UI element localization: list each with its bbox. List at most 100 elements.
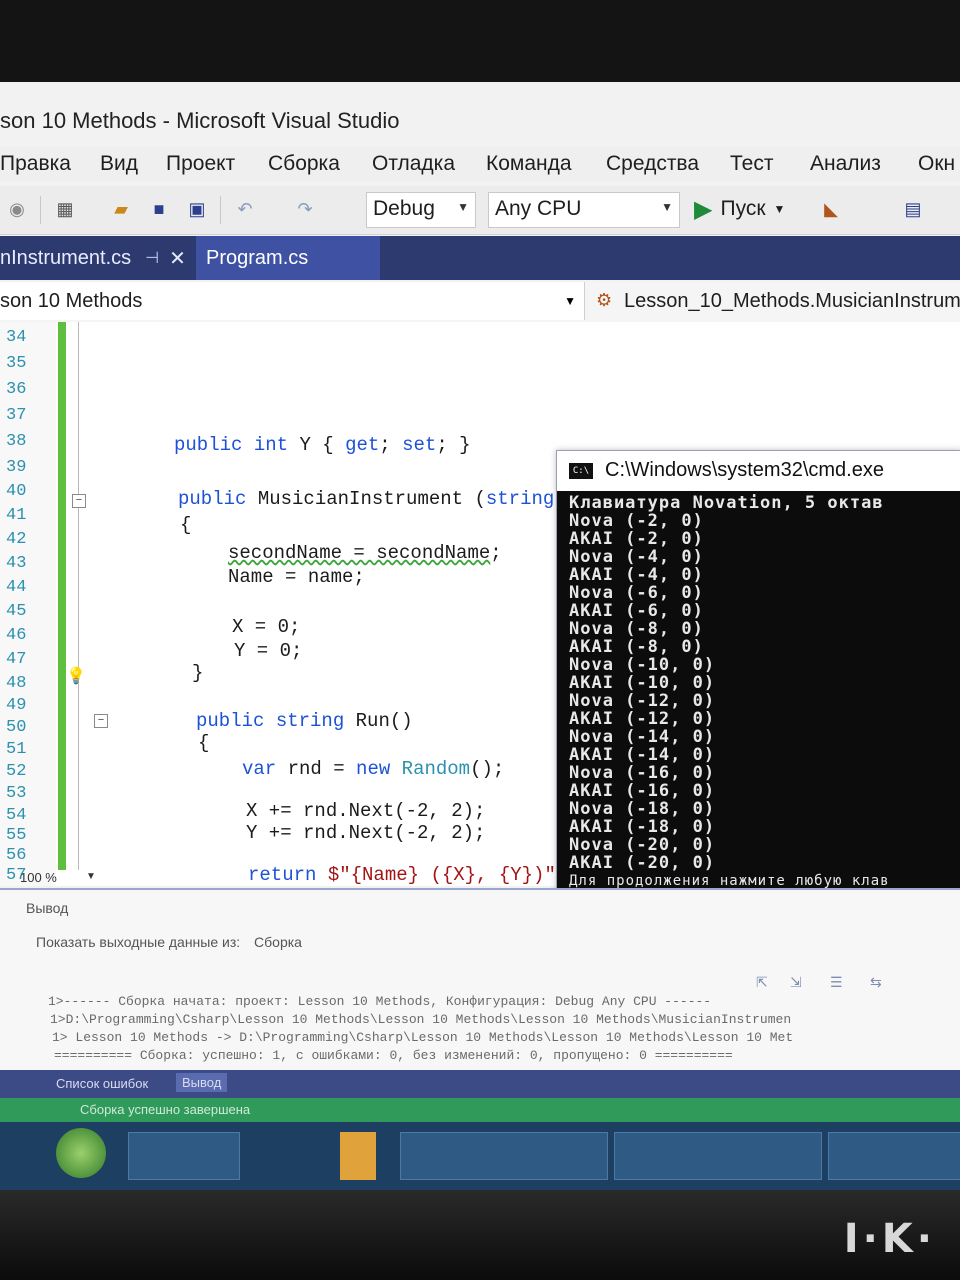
- console-line: Для продолжения нажмите любую клав: [569, 873, 890, 889]
- code-line-47: {: [198, 732, 210, 754]
- window-title: son 10 Methods - Microsoft Visual Studio: [0, 108, 400, 133]
- taskbar-item-explorer[interactable]: [128, 1132, 240, 1180]
- menu-team[interactable]: Команда: [486, 152, 572, 176]
- redo-icon[interactable]: ↷: [292, 196, 318, 222]
- tab-program[interactable]: Program.cs: [196, 236, 380, 280]
- console-line: AKAI (-2, 0): [569, 529, 704, 549]
- line-number: 51: [6, 740, 27, 759]
- console-line: Nova (-20, 0): [569, 835, 716, 855]
- chevron-down-icon: ▼: [86, 871, 96, 882]
- line-number: 40: [6, 482, 27, 501]
- console-line: AKAI (-20, 0): [569, 853, 716, 873]
- console-line: Nova (-12, 0): [569, 691, 716, 711]
- line-number: 38: [6, 432, 27, 451]
- line-number-gutter: 34 35 36 37 38 39 40 41 42 43 44 45 46 4…: [0, 322, 56, 886]
- save-all-icon[interactable]: ▣: [184, 196, 210, 222]
- zoom-control[interactable]: 100 % ▼: [0, 870, 120, 886]
- save-icon[interactable]: ■: [146, 196, 172, 222]
- project-value: son 10 Methods: [0, 290, 143, 312]
- taskbar-item-visual-studio[interactable]: [400, 1132, 608, 1180]
- line-number: 50: [6, 718, 27, 737]
- toolbar: ◉ ▦ ▰ ■ ▣ ↶ ↷ Debug ▼ Any CPU ▼ ◣ ▤: [0, 186, 960, 235]
- collapse-icon[interactable]: −: [94, 714, 108, 728]
- menu-build[interactable]: Сборка: [268, 152, 340, 176]
- output-source-value: Сборка: [254, 934, 302, 950]
- console-line: Nova (-14, 0): [569, 727, 716, 747]
- console-line: AKAI (-18, 0): [569, 817, 716, 837]
- monitor-bezel: I·K·: [0, 1190, 960, 1280]
- tab-error-list[interactable]: Список ошибок: [56, 1076, 148, 1091]
- code-line-40: Name = name;: [228, 566, 365, 588]
- chevron-down-icon: ▼: [773, 202, 786, 216]
- menu-bar: Правка Вид Проект Сборка Отладка Команда…: [0, 146, 960, 182]
- project-dropdown[interactable]: son 10 Methods ▼: [0, 282, 585, 320]
- console-window[interactable]: C:\ C:\Windows\system32\cmd.exe Клавиату…: [556, 450, 960, 936]
- line-number: 43: [6, 554, 27, 573]
- tab-output[interactable]: Вывод: [176, 1073, 228, 1092]
- start-menu-icon[interactable]: [56, 1128, 106, 1178]
- taskbar: [0, 1122, 960, 1192]
- attach-icon[interactable]: ◣: [818, 196, 844, 222]
- line-number: 49: [6, 696, 27, 715]
- lightbulb-icon[interactable]: 💡: [66, 666, 86, 686]
- vlc-icon[interactable]: [340, 1132, 376, 1180]
- console-line: AKAI (-16, 0): [569, 781, 716, 801]
- output-pane-title: Вывод: [26, 900, 69, 916]
- console-line: AKAI (-12, 0): [569, 709, 716, 729]
- code-line-46: public string Run(): [196, 710, 413, 732]
- platform-select[interactable]: Any CPU ▼: [488, 192, 680, 228]
- undo-icon[interactable]: ↶: [232, 196, 258, 222]
- menu-analyze[interactable]: Анализ: [810, 152, 881, 176]
- taskbar-item-window[interactable]: [828, 1132, 960, 1180]
- taskbar-item-pdf[interactable]: [614, 1132, 822, 1180]
- chevron-down-icon: ▼: [457, 200, 469, 214]
- console-line: AKAI (-6, 0): [569, 601, 704, 621]
- change-indicator-bar: [58, 322, 66, 870]
- pin-icon[interactable]: ⊣: [145, 248, 159, 268]
- open-file-icon[interactable]: ▰: [108, 196, 134, 222]
- code-line-51: Y += rnd.Next(-2, 2);: [246, 822, 486, 844]
- line-number: 52: [6, 762, 27, 781]
- word-wrap-icon[interactable]: ☰: [830, 974, 843, 991]
- close-icon[interactable]: ✕: [169, 246, 186, 271]
- menu-test[interactable]: Тест: [730, 152, 773, 176]
- new-project-icon[interactable]: ▦: [52, 196, 78, 222]
- console-line: Nova (-16, 0): [569, 763, 716, 783]
- console-title-bar[interactable]: C:\ C:\Windows\system32\cmd.exe: [557, 451, 960, 491]
- console-line: Nova (-6, 0): [569, 583, 704, 603]
- find-icon[interactable]: ⇲: [790, 974, 802, 991]
- console-title: C:\Windows\system32\cmd.exe: [605, 459, 884, 481]
- line-number: 35: [6, 354, 27, 373]
- menu-tools[interactable]: Средства: [606, 152, 699, 176]
- menu-project[interactable]: Проект: [166, 152, 235, 176]
- menu-edit[interactable]: Правка: [0, 152, 71, 176]
- start-debug-button[interactable]: ▶ Пуск ▼: [694, 192, 785, 226]
- config-value: Debug: [373, 197, 435, 220]
- chevron-down-icon: ▼: [564, 294, 576, 308]
- console-output: Клавиатура Novation, 5 октав Nova (-2, 0…: [557, 491, 960, 935]
- config-select[interactable]: Debug ▼: [366, 192, 476, 228]
- collapse-icon[interactable]: −: [72, 494, 86, 508]
- class-icon: ⚙: [596, 290, 613, 310]
- monitor-logo: I·K·: [843, 1216, 936, 1262]
- output-source-select[interactable]: Показать выходные данные из: Сборка: [36, 934, 302, 950]
- menu-debug[interactable]: Отладка: [372, 152, 455, 176]
- type-dropdown[interactable]: ⚙ Lesson_10_Methods.MusicianInstrum: [592, 282, 960, 320]
- menu-view[interactable]: Вид: [100, 152, 138, 176]
- console-line: Nova (-18, 0): [569, 799, 716, 819]
- line-number: 36: [6, 380, 27, 399]
- clear-output-icon[interactable]: ⇱: [756, 974, 768, 991]
- bottom-tab-strip: Список ошибок Вывод: [0, 1070, 960, 1098]
- code-line-53: return $"{Name} ({X}, {Y})";: [248, 864, 567, 886]
- status-text: Сборка успешно завершена: [80, 1102, 251, 1117]
- line-number: 47: [6, 650, 27, 669]
- tab-musician-instrument[interactable]: nInstrument.cs ⊣ ✕: [0, 236, 200, 280]
- navigation-bar: son 10 Methods ▼ ⚙ Lesson_10_Methods.Mus…: [0, 282, 960, 323]
- output-line: 1>D:\Programming\Csharp\Lesson 10 Method…: [50, 1012, 792, 1027]
- navigate-back-icon[interactable]: ◉: [4, 196, 30, 222]
- monitor-screen: son 10 Methods - Microsoft Visual Studio…: [0, 82, 960, 1222]
- code-line-54: }: [214, 884, 225, 886]
- menu-window[interactable]: Окн: [918, 152, 955, 176]
- toggle-wrap-icon[interactable]: ⇆: [870, 974, 882, 991]
- window-layout-icon[interactable]: ▤: [900, 196, 926, 222]
